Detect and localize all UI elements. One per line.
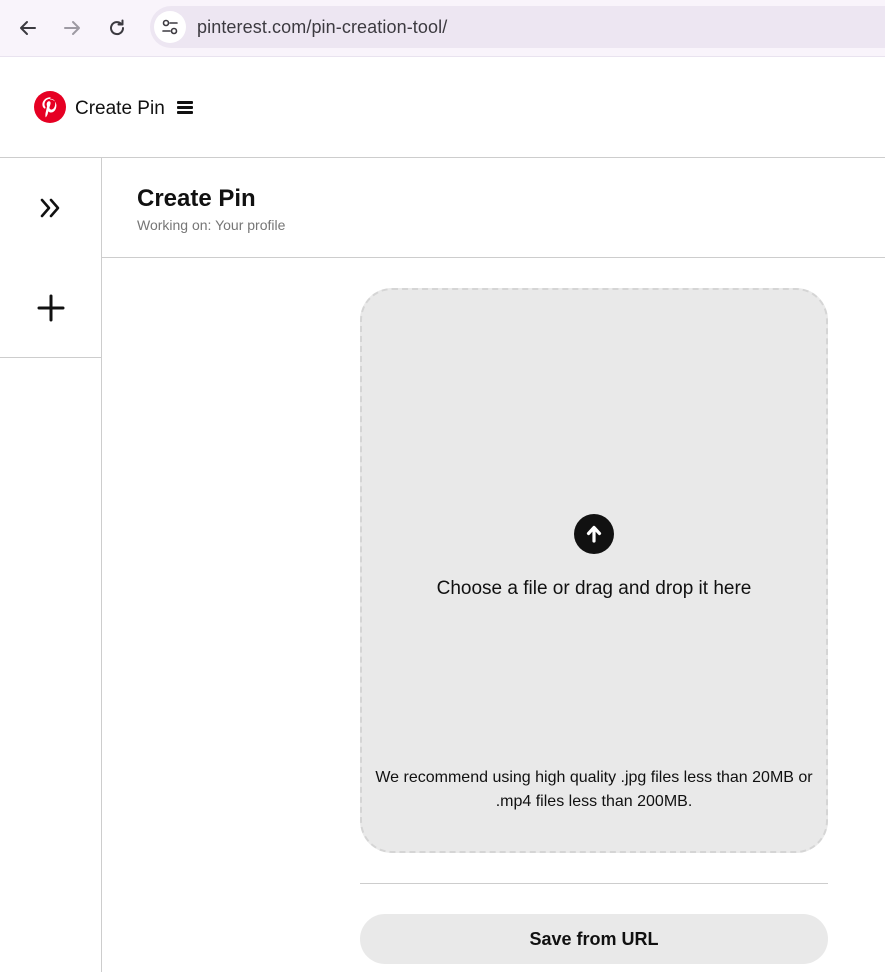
save-from-url-button[interactable]: Save from URL [360,914,828,964]
dropzone-recommendation-text: We recommend using high quality .jpg fil… [375,769,813,810]
file-dropzone[interactable]: Choose a file or drag and drop it here W… [360,288,828,853]
address-bar[interactable]: pinterest.com/pin-creation-tool/ [150,6,885,48]
main-header: Create Pin Working on: Your profile [102,158,885,258]
reload-button[interactable] [101,12,133,44]
working-on-label: Working on: Your profile [137,217,286,233]
header-title[interactable]: Create Pin [75,98,165,120]
left-rail [0,158,102,972]
browser-toolbar: pinterest.com/pin-creation-tool/ [0,0,885,57]
app-header: Create Pin [0,57,885,158]
divider [360,883,828,884]
main-content: Create Pin Working on: Your profile Choo… [102,158,885,972]
arrow-right-icon [64,21,80,35]
reload-icon [110,19,125,36]
forward-button[interactable] [56,12,88,44]
site-info-button[interactable] [154,11,186,43]
page-title: Create Pin [137,185,256,212]
hamburger-menu-icon[interactable] [177,101,193,115]
upload-arrow-icon[interactable] [574,514,614,554]
expand-drafts-button[interactable] [0,158,101,258]
arrow-left-icon [20,21,36,35]
plus-icon [37,294,64,321]
tune-icon [162,19,178,35]
back-button[interactable] [12,12,44,44]
url-text[interactable]: pinterest.com/pin-creation-tool/ [197,17,447,38]
dropzone-primary-text: Choose a file or drag and drop it here [436,578,752,599]
add-pin-button[interactable] [0,258,101,358]
double-chevron-right-icon [40,198,59,218]
pinterest-logo[interactable] [34,91,66,123]
